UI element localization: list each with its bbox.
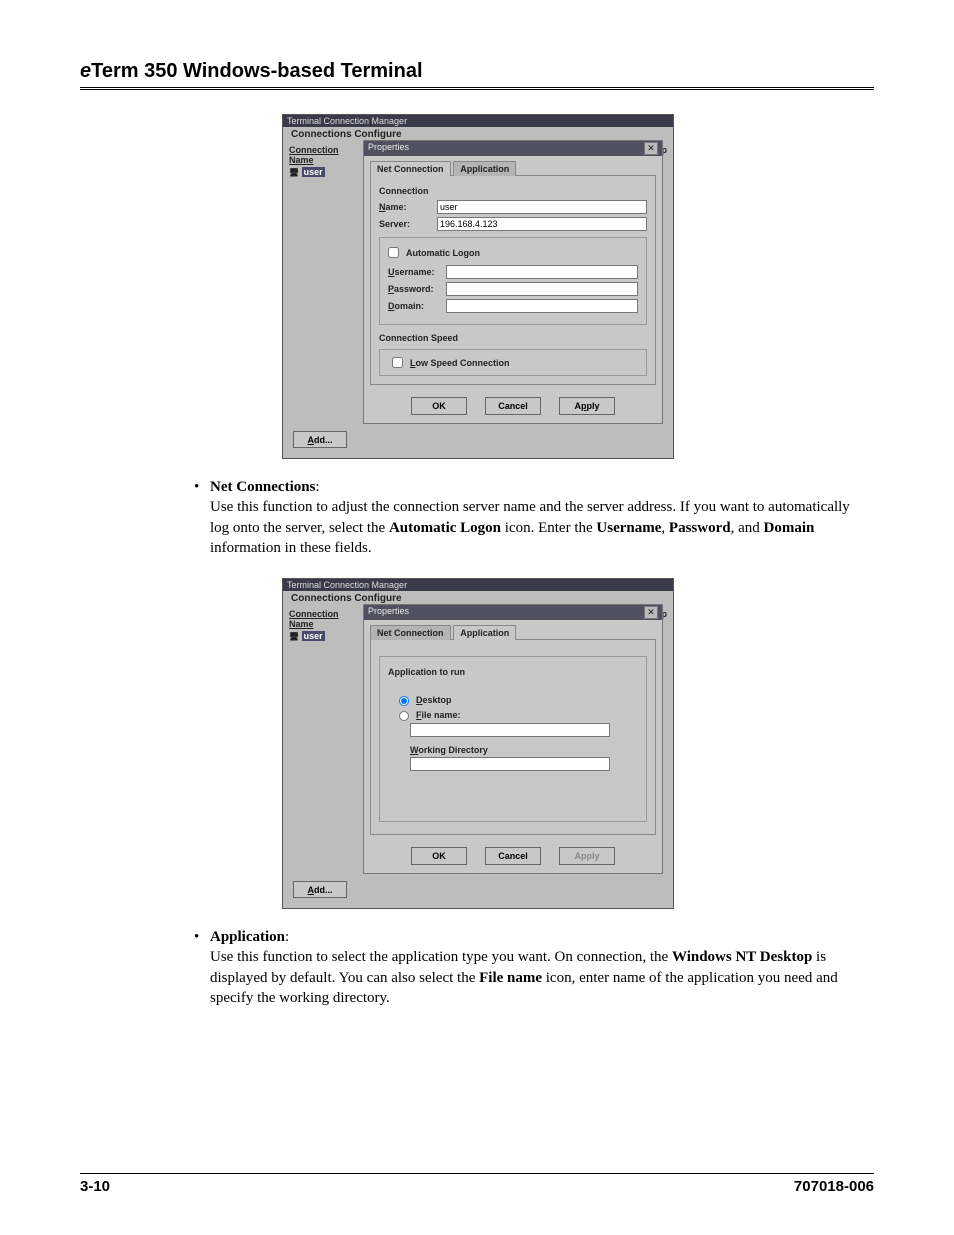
window-titlebar: Terminal Connection Manager	[283, 115, 673, 127]
connection-list-2: Connection Name 🖥 user	[289, 609, 359, 641]
header-title: Term 350 Windows-based Terminal	[91, 60, 422, 82]
properties-dialog: Properties ✕ Net Connection Application …	[363, 140, 663, 424]
low-speed-checkbox[interactable]	[392, 357, 403, 368]
label-username: Username:	[388, 267, 446, 277]
connection-list: Connection Name 🖥 user	[289, 145, 359, 177]
file-name-radio[interactable]	[399, 711, 409, 721]
server-input[interactable]	[437, 217, 647, 231]
properties-dialog-2: Properties ✕ Net Connection Application …	[363, 604, 663, 874]
domain-input[interactable]	[446, 299, 638, 313]
connection-list-header: Connection Name	[289, 145, 359, 165]
username-input[interactable]	[446, 265, 638, 279]
group-speed: Connection Speed	[379, 333, 647, 343]
name-input[interactable]	[437, 200, 647, 214]
group-connection: Connection	[379, 186, 647, 196]
page-number: 3-10	[80, 1178, 110, 1195]
apply-button-2: Apply	[559, 847, 615, 865]
file-name-input[interactable]	[410, 723, 610, 737]
page-header: eTerm 350 Windows-based Terminal	[80, 60, 874, 90]
tab-net-connection[interactable]: Net Connection	[370, 161, 451, 176]
group-app-to-run: Application to run	[388, 667, 638, 677]
header-prefix: e	[80, 60, 91, 82]
apply-button[interactable]: Apply	[559, 397, 615, 415]
low-speed-label: Low Speed Connection	[410, 358, 510, 368]
add-button-2[interactable]: Add...	[293, 881, 347, 898]
close-icon-2[interactable]: ✕	[644, 606, 658, 619]
tab-application[interactable]: Application	[453, 161, 516, 176]
ok-button[interactable]: OK	[411, 397, 467, 415]
file-name-label: File name:	[416, 710, 461, 720]
label-domain: Domain:	[388, 301, 446, 311]
screenshot-application: Terminal Connection Manager Connections …	[282, 578, 674, 909]
close-icon[interactable]: ✕	[644, 142, 658, 155]
automatic-logon-checkbox[interactable]	[388, 247, 399, 258]
label-server: Server:	[379, 219, 437, 229]
desktop-radio[interactable]	[399, 696, 409, 706]
bullet-application: •Application: Use this function to selec…	[190, 927, 870, 1008]
working-directory-input[interactable]	[410, 757, 610, 771]
tab-net-connection-2[interactable]: Net Connection	[370, 625, 451, 640]
password-input[interactable]	[446, 282, 638, 296]
page-footer: 3-10 707018-006	[80, 1173, 874, 1195]
add-button[interactable]: Add...	[293, 431, 347, 448]
ok-button-2[interactable]: OK	[411, 847, 467, 865]
doc-number: 707018-006	[794, 1178, 874, 1195]
screenshot-net-connection: Terminal Connection Manager Connections …	[282, 114, 674, 459]
tab-application-2[interactable]: Application	[453, 625, 516, 640]
automatic-logon-group: Automatic Logon Username: Password: Doma…	[379, 237, 647, 325]
label-name: Name:	[379, 202, 437, 212]
desktop-label: Desktop	[416, 695, 452, 705]
cancel-button[interactable]: Cancel	[485, 397, 541, 415]
dialog-title: Properties	[368, 142, 409, 155]
cancel-button-2[interactable]: Cancel	[485, 847, 541, 865]
bullet-net-connections: •Net Connections: Use this function to a…	[190, 477, 870, 558]
label-password: Password:	[388, 284, 446, 294]
window-titlebar-2: Terminal Connection Manager	[283, 579, 673, 591]
automatic-logon-label: Automatic Logon	[406, 248, 480, 258]
connection-list-item[interactable]: user	[302, 167, 325, 177]
